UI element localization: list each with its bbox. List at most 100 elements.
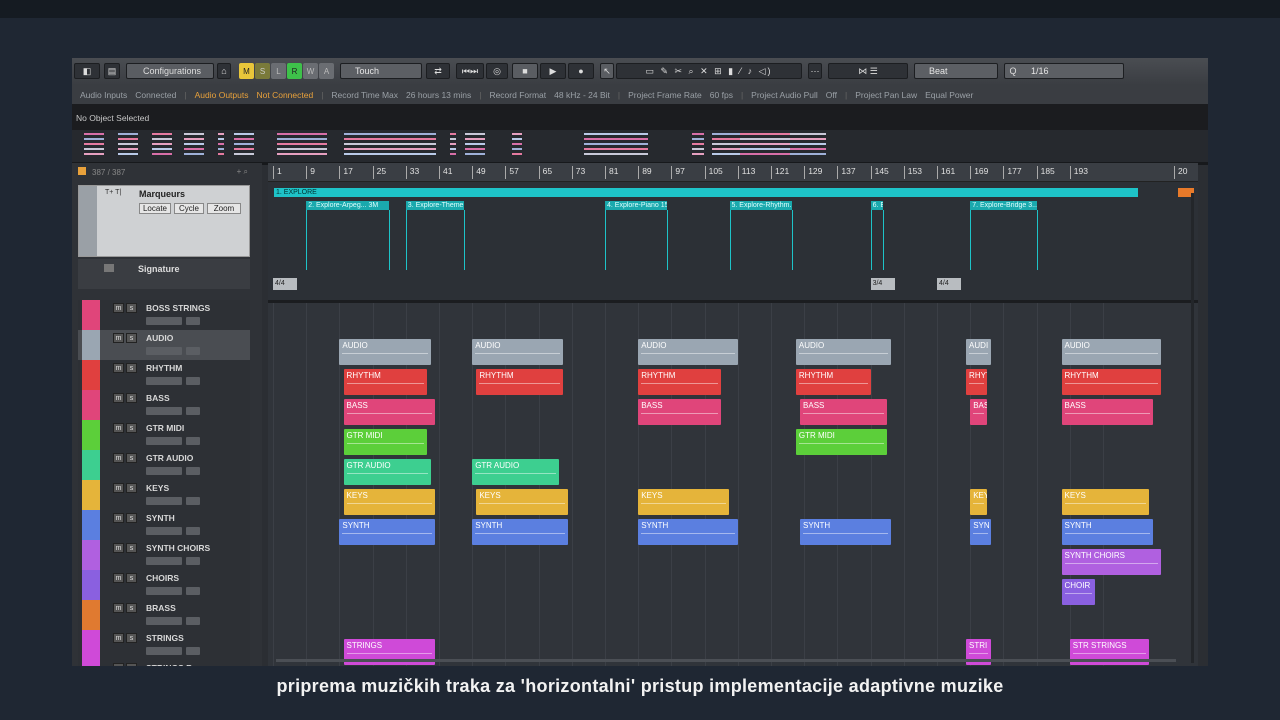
event-keys[interactable]: KEYS xyxy=(343,489,435,515)
track-choirs[interactable]: m s CHOIRS xyxy=(78,570,250,601)
mute-all-button[interactable]: M xyxy=(239,63,254,79)
solo-button[interactable]: s xyxy=(126,333,137,343)
edit-button[interactable] xyxy=(186,437,200,445)
locate-button[interactable]: Locate xyxy=(139,203,171,214)
event-synth[interactable]: SYNTH xyxy=(1061,519,1153,545)
event-bass[interactable]: BASS xyxy=(1061,399,1153,425)
event-keys[interactable]: KEYS xyxy=(1061,489,1149,515)
edit-button[interactable] xyxy=(186,617,200,625)
event-audio[interactable]: AUDIO xyxy=(795,339,892,365)
mute-button[interactable]: m xyxy=(113,393,124,403)
mute-button[interactable]: m xyxy=(113,543,124,553)
event-bass[interactable]: BASS xyxy=(638,399,722,425)
track-gtr-audio[interactable]: m s GTR AUDIO xyxy=(78,450,250,481)
vertical-scrollbar[interactable] xyxy=(1191,193,1194,663)
prev-next-icon[interactable]: ⏮⏭ xyxy=(456,63,484,79)
track-audio[interactable]: m s AUDIO xyxy=(78,330,250,361)
record-monitor-buttons[interactable] xyxy=(146,347,182,355)
track-brass[interactable]: m s BRASS xyxy=(78,600,250,631)
solo-button[interactable]: s xyxy=(126,633,137,643)
cycle-icon[interactable]: ◎ xyxy=(486,63,508,79)
mute-button[interactable]: m xyxy=(113,603,124,613)
event-key-short[interactable]: KEY xyxy=(970,489,987,515)
snap-toggle-icon[interactable]: ⋯ xyxy=(808,63,822,79)
record-monitor-buttons[interactable] xyxy=(146,617,182,625)
tool-palette[interactable]: ▭ ✎ ✂ ⌕ ✕ ⊞ ▮ ⁄ ♪ ◁) xyxy=(616,63,802,79)
record-monitor-buttons[interactable] xyxy=(146,377,182,385)
automation-a-button[interactable]: A xyxy=(319,63,334,79)
event-synth-choirs[interactable]: SYNTH CHOIRS xyxy=(1061,549,1162,575)
track-strings[interactable]: m s STRINGS xyxy=(78,630,250,661)
solo-button[interactable]: s xyxy=(126,543,137,553)
solo-all-button[interactable]: S xyxy=(255,63,270,79)
zoom-button[interactable]: Zoom xyxy=(207,203,241,214)
event-synth[interactable]: SYNTH xyxy=(472,519,568,545)
solo-button[interactable]: s xyxy=(126,603,137,613)
solo-button[interactable]: s xyxy=(126,423,137,433)
edit-button[interactable] xyxy=(186,557,200,565)
quantize-select[interactable]: 1/16 xyxy=(1004,63,1124,79)
horizontal-scrollbar[interactable] xyxy=(276,659,1176,662)
event-synth[interactable]: SYNTH xyxy=(800,519,892,545)
record-monitor-buttons[interactable] xyxy=(146,527,182,535)
event-audio[interactable]: AUDIO xyxy=(638,339,738,365)
event-gtr-midi[interactable]: GTR MIDI xyxy=(795,429,888,455)
event-rhythm[interactable]: RHYTHM xyxy=(343,369,427,395)
event-bass[interactable]: BASS xyxy=(343,399,435,425)
marker-track[interactable]: T+ T| Marqueurs Locate Cycle Zoom xyxy=(78,185,250,257)
mute-button[interactable]: m xyxy=(113,573,124,583)
inspector-toggle-icon[interactable]: ▤ xyxy=(104,63,120,79)
time-signature-event[interactable]: 3/4 xyxy=(870,278,895,290)
edit-button[interactable] xyxy=(186,467,200,475)
mute-button[interactable]: m xyxy=(113,663,124,666)
event-rhythm[interactable]: RHYTHM xyxy=(476,369,564,395)
record-monitor-buttons[interactable] xyxy=(146,647,182,655)
edit-button[interactable] xyxy=(186,587,200,595)
search-icon[interactable]: + ⌕ xyxy=(237,167,248,177)
track-synth-choirs[interactable]: m s SYNTH CHOIRS xyxy=(78,540,250,571)
edit-button[interactable] xyxy=(186,497,200,505)
window-layout-icon[interactable]: ◧ xyxy=(74,63,100,79)
record-monitor-buttons[interactable] xyxy=(146,317,182,325)
record-monitor-buttons[interactable] xyxy=(146,587,182,595)
mute-button[interactable]: m xyxy=(113,453,124,463)
record-monitor-buttons[interactable] xyxy=(146,497,182,505)
event-rhythm[interactable]: RHYTHM xyxy=(1061,369,1162,395)
project-overview[interactable] xyxy=(72,130,1208,165)
cycle-button[interactable]: Cycle xyxy=(174,203,204,214)
marker-lane[interactable]: 1. EXPLORE 2. Explore-Arpeg... 3M 3. Expl… xyxy=(268,182,1198,303)
solo-button[interactable]: s xyxy=(126,393,137,403)
configurations-button[interactable]: Configurations xyxy=(126,63,214,79)
event-audio[interactable]: AUDIO xyxy=(339,339,431,365)
event-keys[interactable]: KEYS xyxy=(476,489,568,515)
event-synth[interactable]: SYNTH xyxy=(638,519,738,545)
grid-options[interactable]: ⋈ ☰ xyxy=(828,63,908,79)
mute-button[interactable]: m xyxy=(113,303,124,313)
event-keys[interactable]: KEYS xyxy=(638,489,730,515)
edit-button[interactable] xyxy=(186,647,200,655)
mute-button[interactable]: m xyxy=(113,483,124,493)
edit-button[interactable] xyxy=(186,317,200,325)
edit-button[interactable] xyxy=(186,407,200,415)
event-gtr-audio[interactable]: GTR AUDIO xyxy=(472,459,560,485)
record-monitor-buttons[interactable] xyxy=(146,407,182,415)
event-audio[interactable]: AUDIO xyxy=(1061,339,1162,365)
edit-button[interactable] xyxy=(186,377,200,385)
event-rhyt-short[interactable]: RHYT xyxy=(966,369,987,395)
time-signature-event[interactable]: 4/4 xyxy=(273,278,297,290)
signature-track[interactable]: Signature xyxy=(78,259,250,289)
automation-mode-select[interactable]: Touch xyxy=(340,63,422,79)
cycle-marker-explore[interactable]: 1. EXPLORE xyxy=(274,188,1138,197)
marker-2[interactable]: 2. Explore-Arpeg... 3M xyxy=(306,201,390,210)
marker-3[interactable]: 3. Explore-Theme... 3M xyxy=(405,201,464,210)
event-syn-short[interactable]: SYN xyxy=(970,519,991,545)
project-window[interactable]: 1 9 17 25 33 41 49 57 65 73 81 89 97 105 113 121 129 137 1… xyxy=(268,163,1198,666)
solo-button[interactable]: s xyxy=(126,363,137,373)
mute-button[interactable]: m xyxy=(113,423,124,433)
arrow-icon[interactable]: ⇄ xyxy=(426,63,450,79)
record-monitor-buttons[interactable] xyxy=(146,557,182,565)
event-audi-short[interactable]: AUDI xyxy=(966,339,991,365)
event-rhythm[interactable]: RHYTHM xyxy=(638,369,722,395)
event-gtr-midi[interactable]: GTR MIDI xyxy=(343,429,427,455)
solo-button[interactable]: s xyxy=(126,573,137,583)
